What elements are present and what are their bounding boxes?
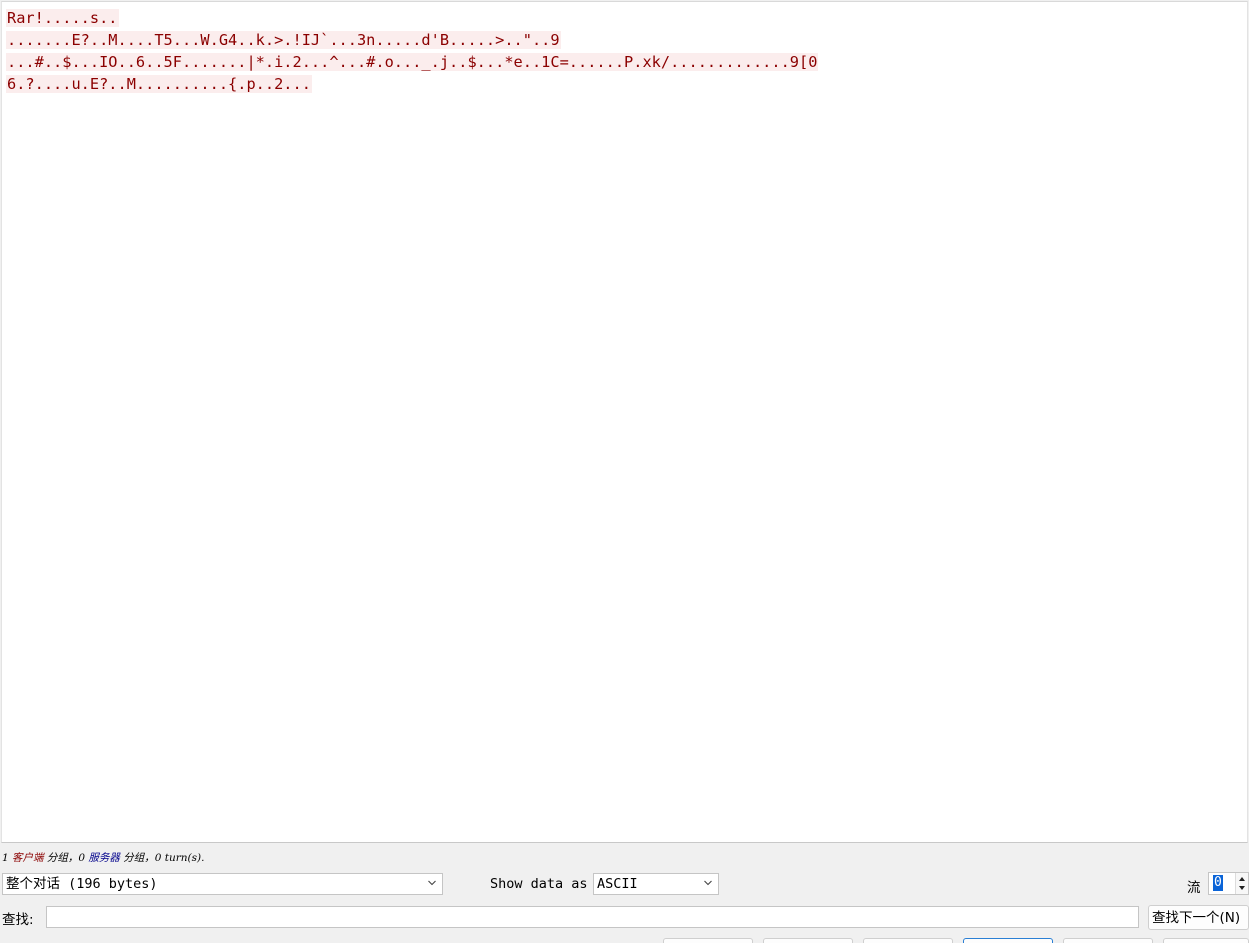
packets-label: 分组， xyxy=(123,852,155,864)
packet-summary: 1 客户端 分组，0 服务器 分组，0 turn(s). xyxy=(2,850,204,865)
dialog-button[interactable] xyxy=(763,938,853,943)
follow-tcp-stream-window: Rar!.....s.. .......E?..M....T5...W.G4..… xyxy=(0,0,1249,943)
stream-line: Rar!.....s.. xyxy=(6,7,818,29)
stream-number-spinbox[interactable]: 0 xyxy=(1208,872,1249,895)
chevron-down-icon xyxy=(428,880,436,886)
client-data-chunk: 6.?....u.E?..M..........{.p..2... xyxy=(6,75,312,93)
packets-label: 分组， xyxy=(46,852,79,864)
server-packet-count: 0 xyxy=(78,852,86,864)
dialog-button[interactable] xyxy=(1063,938,1153,943)
stream-line: .......E?..M....T5...W.G4..k.>.!IJ`...3n… xyxy=(6,29,818,51)
client-data-chunk: ...#..$...IO..6..5F.......|*.i.2...^...#… xyxy=(6,53,819,71)
client-data-chunk: .......E?..M....T5...W.G4..k.>.!IJ`...3n… xyxy=(6,31,561,49)
dialog-button[interactable] xyxy=(863,938,953,943)
dialog-button-default[interactable] xyxy=(963,938,1053,943)
find-label: 查找: xyxy=(2,912,34,928)
client-packet-count: 1 xyxy=(2,852,9,864)
show-data-as-select[interactable]: ASCII xyxy=(593,873,719,895)
find-next-button[interactable]: 查找下一个(N) xyxy=(1148,905,1249,930)
client-label: 客户端 xyxy=(12,852,44,864)
stream-content: Rar!.....s.. .......E?..M....T5...W.G4..… xyxy=(6,7,819,95)
conversation-select-value: 整个对话 (196 bytes) xyxy=(6,876,158,892)
stream-text-area[interactable]: Rar!.....s.. .......E?..M....T5...W.G4..… xyxy=(1,1,1248,843)
conversation-direction-select[interactable]: 整个对话 (196 bytes) xyxy=(2,873,443,895)
show-data-as-label: Show data as xyxy=(490,876,588,892)
turns-count: 0 turn(s). xyxy=(154,852,205,864)
find-input[interactable] xyxy=(46,906,1139,928)
chevron-down-icon xyxy=(704,880,712,886)
dialog-button[interactable] xyxy=(1163,938,1249,943)
stream-number-value[interactable]: 0 xyxy=(1213,875,1223,891)
dialog-button[interactable] xyxy=(663,938,753,943)
client-data-chunk: Rar!.....s.. xyxy=(6,9,119,27)
stream-number-label: 流 xyxy=(1187,880,1201,896)
server-label: 服务器 xyxy=(88,852,120,864)
stream-line: ...#..$...IO..6..5F.......|*.i.2...^...#… xyxy=(6,51,819,73)
stream-line: 6.?....u.E?..M..........{.p..2... xyxy=(6,73,818,95)
spinner-buttons[interactable] xyxy=(1235,873,1248,894)
show-data-as-value: ASCII xyxy=(597,876,638,892)
spin-up-down-icon[interactable] xyxy=(1236,873,1248,894)
